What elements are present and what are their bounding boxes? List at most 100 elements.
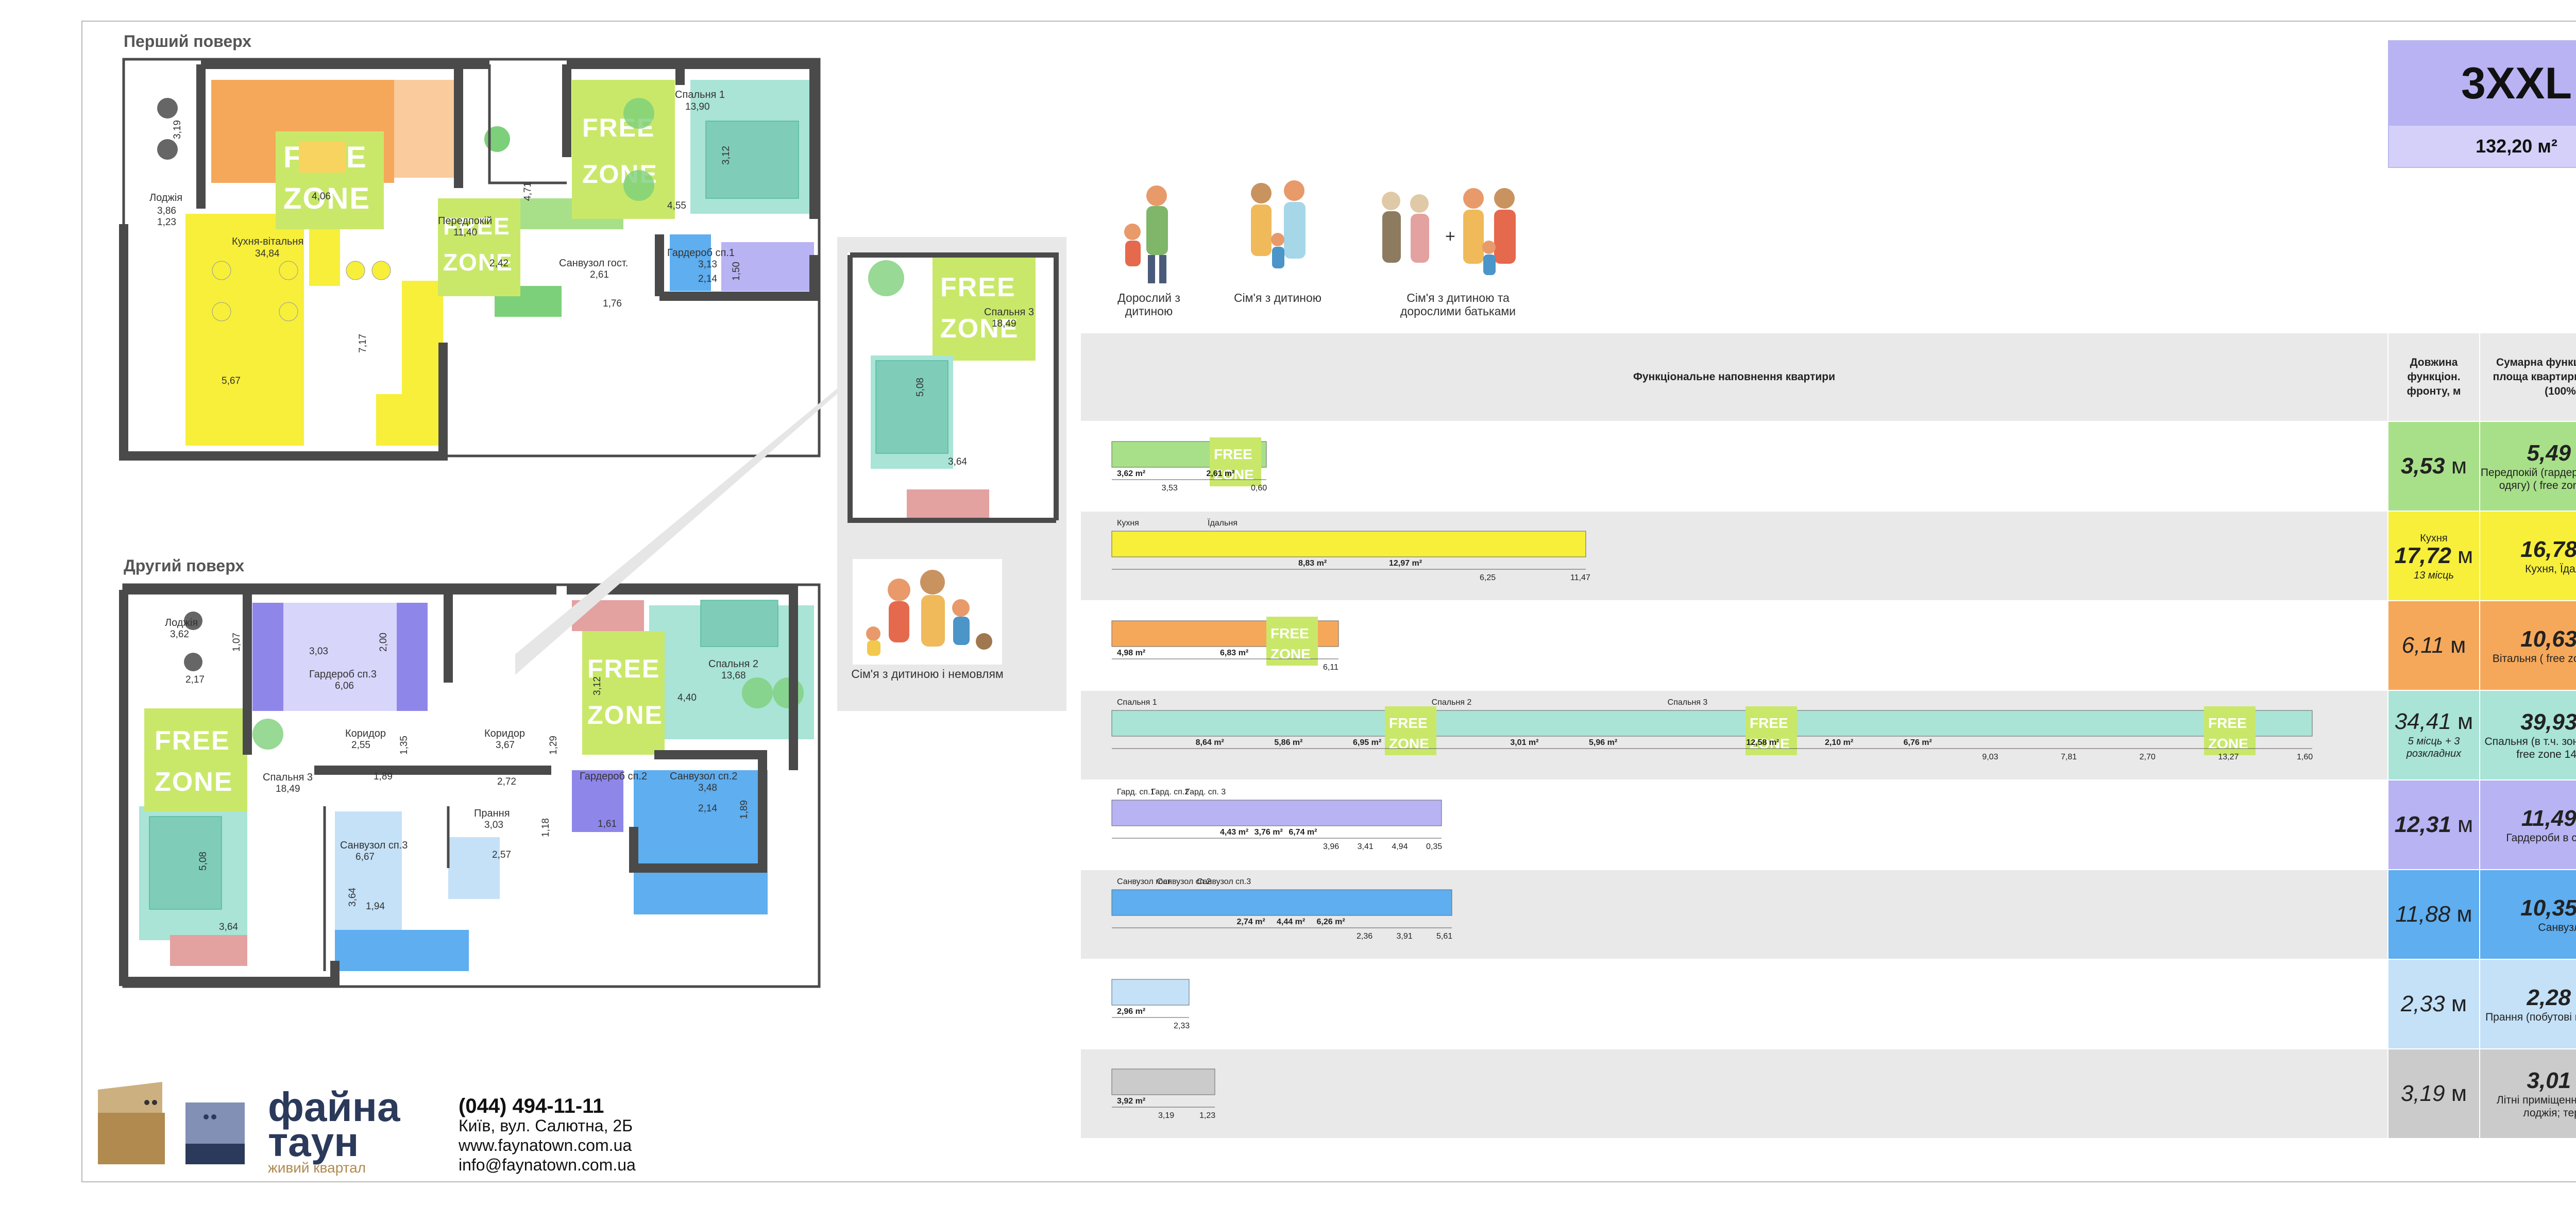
row-length-kitchen: Кухня 17,72 м 13 місць: [2387, 511, 2480, 601]
brand-tagline: живий квартал: [268, 1160, 366, 1176]
area-percent: 16,78 %: [2520, 536, 2576, 562]
row-area-living: 10,63 %Вітальня ( free zone 3,83 %): [2479, 600, 2576, 691]
row-content-bathrooms: Санвузол гост. Санвузол сп.2 Санвузол сп.3…: [1080, 869, 2388, 960]
strip-label: 2,96 m²: [1117, 1007, 1146, 1016]
row-length-living: 6,11 м: [2387, 600, 2480, 691]
length-value: 6,11: [2401, 633, 2444, 658]
strip-fill-bedrooms: [1111, 710, 2313, 737]
area-percent: 11,49 %: [2521, 805, 2576, 831]
strip-fill-wardrobes: [1111, 800, 1442, 826]
svg-text:11,40: 11,40: [453, 227, 477, 238]
svg-text:ZONE: ZONE: [587, 701, 663, 729]
row-content-hall: FREE ZONE 3,62 m² 3,53 2,61 m² 0,60: [1080, 421, 2388, 512]
svg-text:3,03: 3,03: [484, 820, 503, 830]
strip-label: 3,92 m²: [1117, 1097, 1146, 1106]
sofa-table: [299, 142, 345, 173]
living-zone-tv: [392, 80, 459, 178]
svg-text:1,89: 1,89: [739, 800, 750, 819]
strip-svg-bathrooms: [1111, 889, 1452, 928]
area-description: Гардероби в спальнях: [2506, 831, 2576, 844]
wardrobe3-right: [397, 603, 428, 711]
svg-text:ZONE: ZONE: [1270, 646, 1311, 662]
length-unit: м: [2451, 453, 2467, 479]
svg-text:FREE: FREE: [2208, 715, 2247, 731]
strip-label: Гард. сп.2: [1151, 788, 1190, 796]
corridor2-label: Коридор: [484, 728, 525, 739]
strip-free-zone: FREEZONE: [1210, 437, 1261, 486]
table-row-laundry: 2,96 m²2,332,33 м2,28 %Прання (побутові …: [1080, 959, 2576, 1049]
length-unit: м: [2458, 543, 2473, 568]
strip-label: 4,98 m²: [1117, 649, 1146, 657]
svg-text:6,67: 6,67: [355, 852, 375, 862]
area-description: Вітальня ( free zone 3,83 %): [2492, 652, 2576, 665]
svg-text:7,17: 7,17: [358, 334, 368, 353]
table-row-living: FREEZONE4,98 m²6,83 m²6,116,11 м10,63 %В…: [1080, 600, 2576, 691]
strip-free-zone: FREE ZONE: [2204, 706, 2256, 755]
kitchen-living-label: Кухня-вітальня: [232, 236, 303, 247]
dining-zone: [185, 214, 304, 446]
svg-text:2,14: 2,14: [698, 803, 717, 814]
header-length: Довжина функціон. фронту, м: [2387, 332, 2480, 422]
strip-label: 5,96 m²: [1589, 738, 1618, 747]
strip-label: 2,36: [1357, 932, 1373, 941]
area-percent: 10,63 %: [2520, 626, 2576, 652]
svg-text:1,18: 1,18: [540, 818, 551, 837]
family-label-4: Сім'я з дитиною і немовлям: [851, 667, 1004, 681]
loggia1-label: Лоджія: [149, 192, 182, 203]
strip-label: 3,91: [1396, 932, 1413, 941]
strip-label: 2,70: [2139, 753, 2156, 761]
strip-free-zone: FREEZONE: [1745, 706, 1797, 755]
area-percent: 2,28 %: [2527, 985, 2576, 1010]
strip-label: 6,11: [1323, 663, 1338, 672]
svg-text:ZONE: ZONE: [1389, 736, 1429, 752]
svg-text:2,17: 2,17: [185, 674, 205, 685]
wardrobe3-zone: [283, 603, 397, 711]
row-content-balcony: 3,92 m² 3,19 1,23: [1080, 1048, 2388, 1139]
zoom-room-label: Спальня 3: [984, 307, 1034, 318]
length-unit: м: [2458, 709, 2473, 734]
header-area: Сумарна функціональна площа квартири 129…: [2479, 332, 2576, 422]
svg-text:1,07: 1,07: [231, 633, 242, 652]
row-content-living: FREE ZONE 4,98 m² 6,83 m² 6,11: [1080, 600, 2388, 691]
table-header-row: Функціональне наповнення квартири Довжин…: [1080, 332, 2576, 422]
bedroom3-label: Спальня 3: [263, 772, 313, 783]
strip-label: 4,44 m²: [1277, 918, 1306, 926]
area-percent: 10,35 %: [2520, 895, 2576, 921]
zoom-dim-2: 3,64: [948, 456, 967, 467]
strip-svg-kitchen: [1111, 531, 1586, 570]
strip-label: 8,83 m²: [1298, 559, 1327, 568]
loggia1-dim2: 1,23: [157, 217, 176, 228]
zoom-connector: [515, 386, 840, 675]
family-label-1: Дорослий з дитиною: [1117, 291, 1180, 318]
svg-text:3,19: 3,19: [172, 120, 183, 139]
apartment-name: 3XXL: [2389, 41, 2576, 126]
wardrobe3-left: [252, 603, 283, 711]
strip-label: 2,61 m²: [1206, 469, 1235, 478]
contact-email[interactable]: info@faynatown.com.ua: [459, 1155, 636, 1175]
strip-svg-living: FREE ZONE: [1111, 617, 1339, 666]
strip-label: 4,94: [1392, 842, 1408, 851]
strip-label: 3,01 m²: [1510, 738, 1539, 747]
length-value: 34,41: [2394, 709, 2451, 734]
svg-text:ZONE: ZONE: [2208, 736, 2248, 752]
family-label-3: Сім'я з дитиною та дорослими батьками: [1400, 291, 1516, 318]
bedroom1-label: Спальня 1: [675, 89, 725, 100]
strip-free-zone: FREEZONE: [1266, 617, 1318, 666]
family-illustration-3: +: [1368, 183, 1538, 286]
svg-text:34,84: 34,84: [255, 248, 280, 259]
svg-text:2,72: 2,72: [497, 776, 516, 787]
area-description: Спальня (в т.ч. зона кабінету) ( free zo…: [2484, 736, 2576, 760]
area-percent: 5,49 %: [2527, 440, 2576, 466]
strip-fill-bathrooms: [1111, 889, 1452, 916]
contact-phone[interactable]: (044) 494-11-11: [459, 1096, 636, 1116]
contact-site[interactable]: www.faynatown.com.ua: [459, 1135, 636, 1155]
table-row-bathrooms: Санвузол гост. Санвузол сп.2 Санвузол сп.3…: [1080, 869, 2576, 960]
length-value: 2,33: [2400, 991, 2445, 1016]
strip-label: 6,25: [1480, 573, 1496, 582]
guest-bath-label: Санвузол гост.: [559, 258, 628, 269]
laundry-zone: [448, 837, 500, 899]
area-description: Прання (побутові приміщення): [2485, 1011, 2576, 1023]
row-area-balcony: 3,01 %Літні приміщення (балкон; лоджія; …: [2479, 1048, 2576, 1139]
strip-label: 3,19: [1158, 1111, 1175, 1120]
floor1-title: Перший поверх: [124, 32, 252, 50]
